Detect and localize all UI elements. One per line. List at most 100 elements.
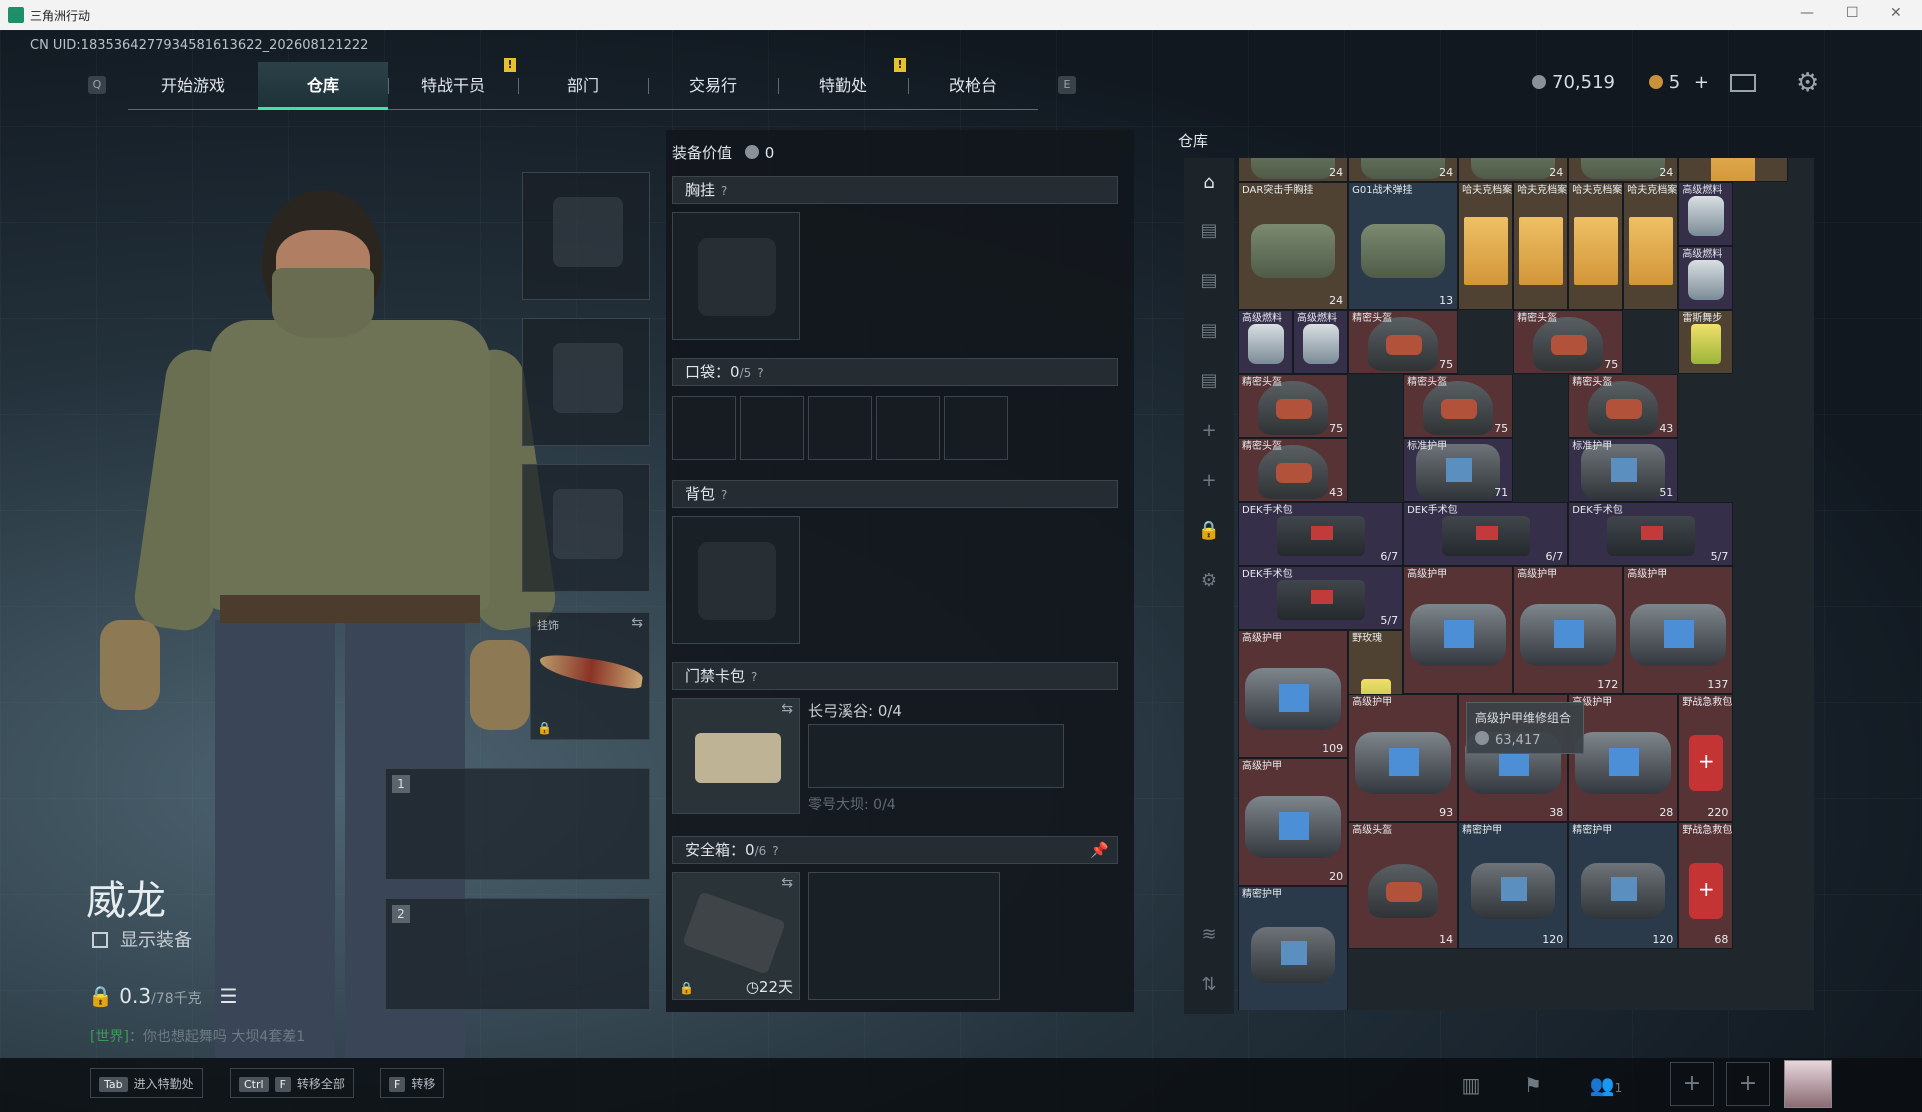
secondary-weapon-slot[interactable]: 2 — [385, 898, 650, 1010]
storage-item[interactable]: 精密头盔 75 — [1513, 309, 1624, 374]
help-icon[interactable]: ? — [772, 844, 778, 858]
add-currency-button[interactable]: + — [1694, 72, 1709, 93]
avatar[interactable] — [1784, 1060, 1832, 1108]
backpack-slot[interactable] — [672, 516, 800, 644]
storage-item[interactable]: 哈夫克档案 — [1623, 181, 1679, 310]
storage-item[interactable]: 高级护甲 93 — [1348, 693, 1459, 822]
storage-item[interactable]: 高级护甲 137 — [1623, 565, 1734, 694]
storage-item[interactable]: DEK手术包 5/7 — [1568, 501, 1734, 566]
keycard-case-slot[interactable]: ⇆ — [672, 698, 800, 814]
storage-item[interactable]: 哈夫克档案 — [1568, 181, 1624, 310]
storage-item[interactable]: DAR突击手胸挂 24 — [1238, 181, 1349, 310]
storage-item[interactable]: 高级护甲 28 — [1568, 693, 1679, 822]
storage-item[interactable]: 哈夫克档案 — [1458, 181, 1514, 310]
chest-rig-slot[interactable] — [672, 212, 800, 340]
tab-market[interactable]: 交易行 — [648, 62, 778, 110]
storage-item[interactable]: 高级燃料 — [1678, 181, 1734, 246]
storage-item[interactable]: 24 — [1238, 158, 1349, 182]
storage-tab-icon[interactable]: ▤ — [1196, 368, 1222, 394]
mail-icon[interactable] — [1730, 74, 1756, 92]
safe-box-slot[interactable]: ⇆ 🔒 ◷22天 — [672, 872, 800, 1000]
tab-start-game[interactable]: 开始游戏 — [128, 62, 258, 110]
help-icon[interactable]: ? — [751, 670, 757, 684]
friends-icon[interactable]: 👥1 — [1576, 1066, 1636, 1104]
pistol-slot[interactable] — [522, 464, 650, 592]
storage-item[interactable]: DEK手术包 6/7 — [1403, 501, 1569, 566]
party-slot-add[interactable]: + — [1670, 1062, 1714, 1106]
helmet-slot[interactable] — [522, 172, 650, 300]
storage-item[interactable]: DEK手术包 5/7 — [1238, 565, 1404, 630]
storage-item[interactable]: 雷斯舞步 — [1678, 309, 1734, 374]
storage-item[interactable]: G01战术弹挂 13 — [1348, 181, 1459, 310]
storage-item[interactable]: 高级护甲 — [1403, 565, 1514, 694]
pocket-slot[interactable] — [672, 396, 736, 460]
storage-item[interactable]: 精密头盔 43 — [1568, 373, 1679, 438]
pocket-slot[interactable] — [944, 396, 1008, 460]
storage-item[interactable]: DEK手术包 6/7 — [1238, 501, 1404, 566]
close-button[interactable]: ✕ — [1890, 5, 1902, 21]
help-icon[interactable]: ? — [757, 366, 763, 380]
primary-weapon-slot[interactable]: 1 — [385, 768, 650, 880]
storage-item[interactable]: 野战急救包 220 — [1678, 693, 1734, 822]
pocket-slot[interactable] — [876, 396, 940, 460]
keycard-grid[interactable] — [808, 724, 1064, 788]
help-icon[interactable]: ? — [721, 488, 727, 502]
swap-icon[interactable]: ⇆ — [631, 615, 643, 631]
list-icon[interactable]: ☰ — [220, 984, 238, 1008]
swap-icon[interactable]: ⇆ — [781, 701, 793, 717]
pendant-slot[interactable]: 挂饰 ⇆ 🔒 — [530, 612, 650, 740]
tab-special-ops[interactable]: 特勤处 — [778, 62, 908, 110]
add-tab-icon[interactable]: + — [1196, 418, 1222, 444]
storage-item[interactable]: 标准护甲 71 — [1403, 437, 1514, 502]
pocket-slot[interactable] — [808, 396, 872, 460]
settings-gear-icon[interactable]: ⚙ — [1196, 568, 1222, 594]
storage-item[interactable]: 精密护甲 — [1238, 885, 1349, 1010]
pocket-slot[interactable] — [740, 396, 804, 460]
storage-item[interactable]: 24 — [1568, 158, 1679, 182]
storage-item[interactable]: 哈夫克档案 — [1513, 181, 1569, 310]
storage-tab-icon[interactable]: ▤ — [1196, 318, 1222, 344]
storage-item[interactable]: 标准护甲 51 — [1568, 437, 1679, 502]
layers-icon[interactable]: ≋ — [1196, 922, 1222, 948]
storage-item[interactable]: 精密头盔 75 — [1403, 373, 1514, 438]
tab-operators[interactable]: 特战干员 — [388, 62, 518, 110]
storage-item[interactable]: 精密头盔 75 — [1348, 309, 1459, 374]
storage-item[interactable]: 24 — [1348, 158, 1459, 182]
enter-special-ops-hint[interactable]: Tab 进入特勤处 — [90, 1068, 203, 1098]
flag-icon[interactable]: ⚑ — [1514, 1066, 1552, 1104]
tab-department[interactable]: 部门 — [518, 62, 648, 110]
transfer-all-hint[interactable]: Ctrl F 转移全部 — [230, 1068, 354, 1098]
minimize-button[interactable]: — — [1800, 5, 1814, 21]
storage-item[interactable]: 24 — [1458, 158, 1569, 182]
checkbox[interactable] — [92, 932, 108, 948]
storage-item[interactable]: 高级燃料 — [1293, 309, 1349, 374]
add-tab-icon[interactable]: + — [1196, 468, 1222, 494]
pin-icon[interactable]: 📌 — [1090, 837, 1109, 863]
tab-gunsmith[interactable]: 改枪台 — [908, 62, 1038, 110]
show-equipment-toggle[interactable]: 显示装备 — [92, 926, 192, 952]
storage-item[interactable]: 野战急救包 68 — [1678, 821, 1734, 950]
storage-item[interactable]: 高级护甲 172 — [1513, 565, 1624, 694]
storage-item[interactable]: 高级燃料 — [1678, 245, 1734, 310]
maximize-button[interactable]: ☐ — [1846, 5, 1859, 21]
storage-item[interactable]: 高级头盔 14 — [1348, 821, 1459, 950]
lock-icon[interactable]: 🔒 — [1196, 518, 1222, 544]
safe-box-grid[interactable] — [808, 872, 1000, 1000]
storage-item[interactable]: 精密护甲 120 — [1458, 821, 1569, 950]
storage-item[interactable]: 精密头盔 75 — [1238, 373, 1349, 438]
party-slot-add[interactable]: + — [1726, 1062, 1770, 1106]
sort-icon[interactable]: ⇅ — [1196, 972, 1222, 998]
armor-slot[interactable] — [522, 318, 650, 446]
swap-icon[interactable]: ⇆ — [781, 875, 793, 891]
storage-item[interactable]: 精密护甲 120 — [1568, 821, 1679, 950]
stats-chart-icon[interactable]: ▥ — [1452, 1066, 1490, 1104]
storage-home-icon[interactable]: ⌂ — [1196, 170, 1222, 196]
transfer-hint[interactable]: F 转移 — [380, 1068, 445, 1098]
settings-gear-icon[interactable]: ⚙ — [1796, 68, 1819, 98]
storage-item[interactable]: 精密头盔 43 — [1238, 437, 1349, 502]
storage-item[interactable] — [1678, 158, 1789, 182]
storage-tab-icon[interactable]: ▤ — [1196, 268, 1222, 294]
tab-warehouse[interactable]: 仓库 — [258, 62, 388, 110]
storage-tab-icon[interactable]: ▤ — [1196, 218, 1222, 244]
storage-item[interactable]: 高级护甲 20 — [1238, 757, 1349, 886]
